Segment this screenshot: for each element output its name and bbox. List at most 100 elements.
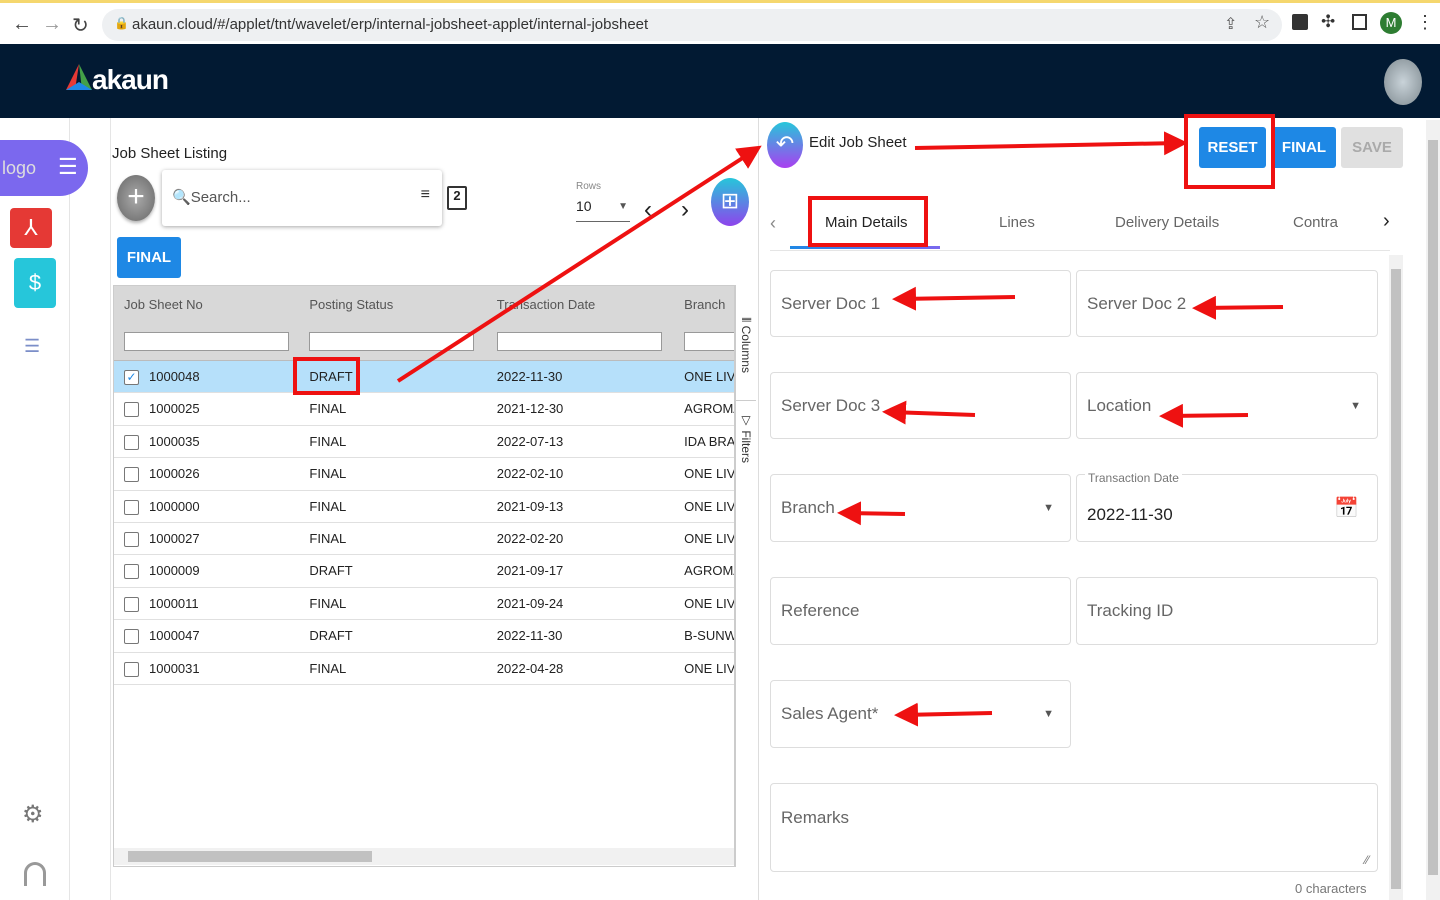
search-input[interactable]: 🔍Search... ≡ (162, 170, 442, 226)
table-row[interactable]: 1000000 FINAL 2021-09-13 ONE LIVIN (114, 491, 734, 523)
back-button[interactable]: ↶ (767, 122, 803, 168)
puzzle-icon[interactable]: ✣ (1321, 12, 1335, 32)
next-page-button[interactable]: › (681, 196, 689, 224)
reload-icon[interactable]: ↻ (72, 13, 89, 38)
columns-tool[interactable]: ⦀ Columns (739, 317, 753, 373)
save-button[interactable]: SAVE (1341, 127, 1403, 168)
row-checkbox[interactable] (124, 499, 139, 515)
tab-lines[interactable]: Lines (999, 214, 1035, 231)
tab-scroll-right[interactable]: › (1383, 210, 1390, 233)
transaction-date-field[interactable]: Transaction Date 2022-11-30 📅 (1076, 471, 1378, 542)
table-row[interactable]: 1000035 FINAL 2022-07-13 IDA BRAN (114, 426, 734, 459)
job-sheet-no: 1000047 (149, 628, 200, 644)
support-icon[interactable] (24, 862, 46, 886)
final-filter-button[interactable]: FINAL (117, 237, 181, 278)
branch: ONE LIVIN (684, 369, 734, 384)
sidebar-item-pdf[interactable]: ⅄ (10, 208, 52, 248)
server-doc-1-field[interactable]: Server Doc 1 (770, 270, 1071, 337)
server-doc-2-field[interactable]: Server Doc 2 (1076, 270, 1378, 337)
table-row[interactable]: 1000011 FINAL 2021-09-24 ONE LIVIN (114, 588, 734, 621)
column-filter-input[interactable] (309, 332, 475, 351)
posting-status: FINAL (309, 530, 347, 546)
table-row[interactable]: 1000025 FINAL 2021-12-30 AGROMA (114, 393, 734, 426)
grid-view-button[interactable]: ⊞ (711, 178, 749, 226)
remarks-textarea[interactable]: Remarks ⁄⁄ (770, 783, 1378, 872)
filters-tool[interactable]: ▽ Filters (739, 413, 753, 463)
filters-label: Filters (739, 430, 753, 464)
tracking-id-field[interactable]: Tracking ID (1076, 577, 1378, 645)
job-sheet-no: 1000031 (149, 660, 200, 676)
settings-icon[interactable]: ⚙ (22, 800, 44, 829)
back-icon[interactable]: ← (12, 13, 32, 36)
column-header[interactable]: Job Sheet No (114, 286, 299, 323)
table-row[interactable]: ✓ 1000048 DRAFT 2022-11-30 ONE LIVIN (114, 361, 734, 394)
extension-icon[interactable] (1292, 14, 1308, 30)
brand-logo[interactable]: akaun (66, 64, 169, 96)
final-button[interactable]: FINAL (1272, 127, 1336, 168)
row-checkbox[interactable] (124, 402, 139, 418)
field-label: Server Doc 1 (781, 293, 881, 313)
server-doc-3-field[interactable]: Server Doc 3 (770, 372, 1071, 439)
transaction-date: 2021-09-17 (496, 563, 564, 579)
reset-button[interactable]: RESET (1199, 127, 1266, 168)
tab-scroll-left[interactable]: ‹ (770, 213, 776, 234)
menu-toggle-icon[interactable]: ☰ (58, 154, 78, 180)
row-checkbox[interactable] (124, 434, 139, 450)
posting-status: FINAL (309, 498, 347, 514)
reference-field[interactable]: Reference (770, 577, 1071, 645)
dropdown-icon: ▼ (618, 201, 628, 212)
table-row[interactable]: 1000026 FINAL 2022-02-10 ONE LIVIN (114, 458, 734, 491)
star-icon[interactable]: ☆ (1254, 12, 1270, 33)
add-button[interactable]: + (117, 175, 155, 221)
menu-icon[interactable]: ⋮ (1416, 12, 1434, 33)
location-select[interactable]: Location ▼ (1076, 372, 1378, 439)
prev-page-button[interactable]: ‹ (644, 196, 652, 224)
copy-icon[interactable]: 2 (447, 186, 467, 210)
row-checkbox[interactable] (124, 661, 139, 677)
column-header[interactable]: Transaction Date (487, 286, 674, 323)
column-filter-input[interactable] (124, 332, 289, 351)
branch-select[interactable]: Branch ▼ (770, 474, 1071, 542)
sidebar-logo: logo (2, 158, 37, 178)
row-checkbox[interactable] (124, 564, 139, 580)
sidebar-item-jobsheet[interactable]: $ (14, 258, 56, 308)
row-checkbox[interactable] (124, 467, 139, 483)
resize-handle-icon[interactable]: ⁄⁄ (1365, 853, 1369, 867)
row-checkbox[interactable] (124, 532, 139, 548)
column-filter-input[interactable] (684, 332, 734, 351)
filter-icon[interactable]: ≡ (421, 186, 430, 204)
tab-contra[interactable]: Contra (1293, 214, 1338, 231)
column-filter-input[interactable] (496, 332, 662, 351)
profile-avatar[interactable]: M (1380, 12, 1402, 34)
field-label: Location (1087, 395, 1152, 415)
lock-icon: 🔒 (114, 16, 129, 30)
rows-select[interactable]: 10 ▼ (576, 198, 630, 222)
branch: B-SUNWA (684, 628, 734, 644)
table-row[interactable]: 1000047 DRAFT 2022-11-30 B-SUNWA (114, 620, 734, 653)
side-tool-panel: ⦀ Columns ▽ Filters (735, 285, 756, 867)
table-row[interactable]: 1000009 DRAFT 2021-09-17 AGROMA (114, 555, 734, 588)
posting-status: DRAFT (309, 628, 353, 644)
transaction-date: 2022-02-20 (496, 530, 564, 546)
row-checkbox[interactable]: ✓ (124, 370, 139, 386)
table-row[interactable]: 1000031 FINAL 2022-04-28 ONE LIVIN (114, 653, 734, 685)
share-icon[interactable]: ⇪ (1224, 14, 1237, 34)
page-scrollbar[interactable] (1426, 120, 1440, 900)
address-bar[interactable]: 🔒 akaun.cloud/#/applet/tnt/wavelet/erp/i… (102, 9, 1282, 41)
tab-delivery-details[interactable]: Delivery Details (1115, 214, 1219, 231)
list-icon[interactable]: ☰ (24, 336, 40, 357)
horizontal-scrollbar[interactable] (114, 848, 734, 865)
row-checkbox[interactable] (124, 629, 139, 645)
row-checkbox[interactable] (124, 596, 139, 612)
sales-agent-select[interactable]: Sales Agent* ▼ (770, 680, 1071, 748)
forward-icon[interactable]: → (42, 13, 62, 36)
calendar-icon[interactable]: 📅 (1334, 496, 1359, 521)
sidepanel-icon[interactable] (1352, 14, 1367, 30)
transaction-date: 2021-09-13 (496, 498, 564, 514)
user-avatar[interactable] (1384, 59, 1422, 105)
tab-main-details[interactable]: Main Details (825, 214, 908, 231)
table-row[interactable]: 1000027 FINAL 2022-02-20 ONE LIVIN (114, 523, 734, 556)
column-header[interactable]: Posting Status (299, 286, 486, 323)
form-scrollbar[interactable] (1389, 255, 1403, 900)
column-header[interactable]: Branch (674, 286, 734, 323)
